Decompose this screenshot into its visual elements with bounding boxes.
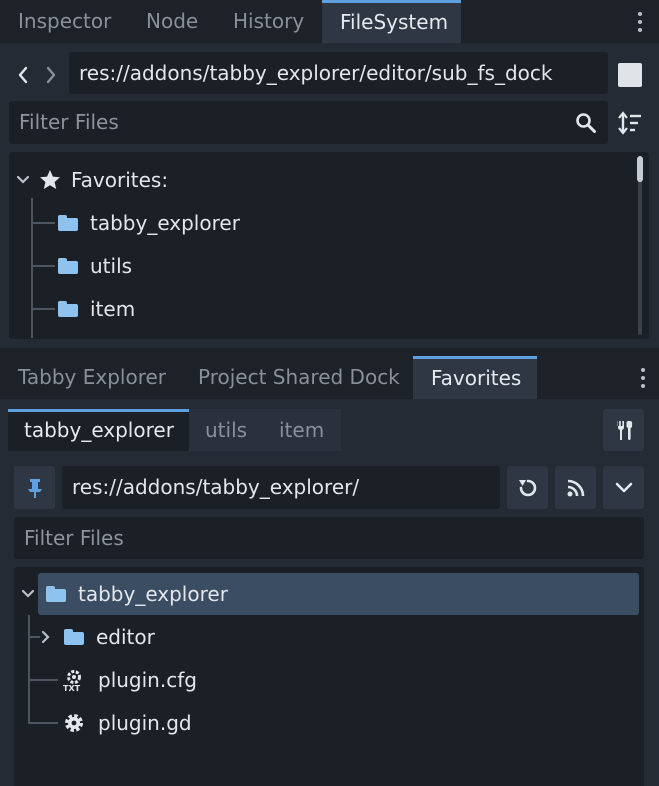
subtab-tabby-explorer[interactable]: tabby_explorer [8,409,189,451]
tab-node[interactable]: Node [128,0,216,43]
tab-history[interactable]: History [215,0,322,43]
favorites-header: Favorites: [71,168,169,192]
folder-icon [64,629,84,645]
filesystem-panel: res://addons/tabby_explorer/editor/sub_f… [0,43,659,348]
folder-icon [58,258,78,274]
filter-files-input[interactable]: Filter Files [9,101,608,144]
reload-button[interactable] [507,466,548,509]
gear-icon [65,714,83,732]
rss-icon [567,479,584,496]
chevron-right-icon[interactable] [44,65,58,85]
tree-branch [31,222,55,224]
tree-guide-line [28,615,30,724]
tree-item-label: editor [96,625,155,649]
favorite-item-label: tabby_explorer [90,211,240,235]
tab-inspector[interactable]: Inspector [0,0,129,43]
reload-icon [518,479,536,496]
file-tree[interactable]: tabby_explorer editor TXT plugin.cfg plu… [14,567,644,786]
rss-button[interactable] [555,466,596,509]
tab-project-shared-dock[interactable]: Project Shared Dock [180,356,418,399]
tree-root-label: tabby_explorer [78,582,228,606]
scrollbar-track[interactable] [638,156,642,335]
favorite-item-tabby-explorer[interactable]: tabby_explorer [58,203,240,243]
settings-tools-icon [617,421,632,440]
tree-branch [28,636,40,638]
favorite-item-label: utils [90,254,133,278]
bottom-dock-tabbar: Tabby Explorer Project Shared Dock Favor… [0,356,659,399]
settings-tools-button[interactable] [603,409,644,451]
star-icon [40,170,60,189]
folder-icon [58,215,78,231]
favorites-panel: tabby_explorer utils item res://addons/t… [0,399,659,786]
tree-item-plugin-gd[interactable]: plugin.gd [62,703,192,743]
dropdown-button[interactable] [603,466,644,509]
tree-branch [31,308,55,310]
txt-file-icon: TXT [63,670,81,692]
chevron-down-icon [615,482,632,492]
tab-favorites[interactable]: Favorites [413,356,537,399]
chevron-right-icon[interactable] [41,630,51,644]
tree-root-row[interactable]: tabby_explorer [38,573,639,615]
favorite-item-utils[interactable]: utils [58,246,132,286]
scrollbar-thumb[interactable] [637,156,643,182]
filter-placeholder: Filter Files [24,526,124,550]
top-dock-menu-icon[interactable] [638,12,644,32]
svg-text:TXT: TXT [63,684,81,692]
tree-branch [28,722,58,724]
tree-branch [31,265,55,267]
bottom-dock-menu-icon[interactable] [641,368,647,388]
favorites-filter-input[interactable]: Filter Files [14,517,644,559]
tree-item-label: plugin.gd [98,711,192,735]
search-icon [576,113,596,133]
chevron-down-icon[interactable] [21,588,35,600]
sort-icon[interactable] [617,110,643,136]
favorites-tree[interactable]: Favorites: tabby_explorer utils item [9,152,649,339]
subtab-item[interactable]: item [263,409,341,451]
favorite-item-item[interactable]: item [58,289,135,329]
top-dock-tabbar: Inspector Node History FileSystem [0,0,659,43]
tree-guide-line [31,198,33,338]
toggle-square-button[interactable] [618,63,642,87]
favorites-path-field[interactable]: res://addons/tabby_explorer/ [62,466,500,509]
tree-branch [28,679,58,681]
path-field[interactable]: res://addons/tabby_explorer/editor/sub_f… [69,52,608,94]
folder-icon [46,586,66,602]
tree-item-plugin-cfg[interactable]: TXT plugin.cfg [62,660,197,700]
tab-tabby-explorer[interactable]: Tabby Explorer [0,356,184,399]
subtab-utils[interactable]: utils [189,409,263,451]
folder-icon [58,301,78,317]
chevron-down-icon[interactable] [16,174,30,186]
chevron-left-icon[interactable] [16,65,30,85]
favorite-item-label: item [90,297,136,321]
tree-item-editor[interactable]: editor [64,617,155,657]
filter-placeholder: Filter Files [19,110,119,134]
tree-item-label: plugin.cfg [98,668,197,692]
pin-icon [27,478,42,498]
pin-button[interactable] [14,466,55,509]
tab-filesystem[interactable]: FileSystem [322,0,461,43]
